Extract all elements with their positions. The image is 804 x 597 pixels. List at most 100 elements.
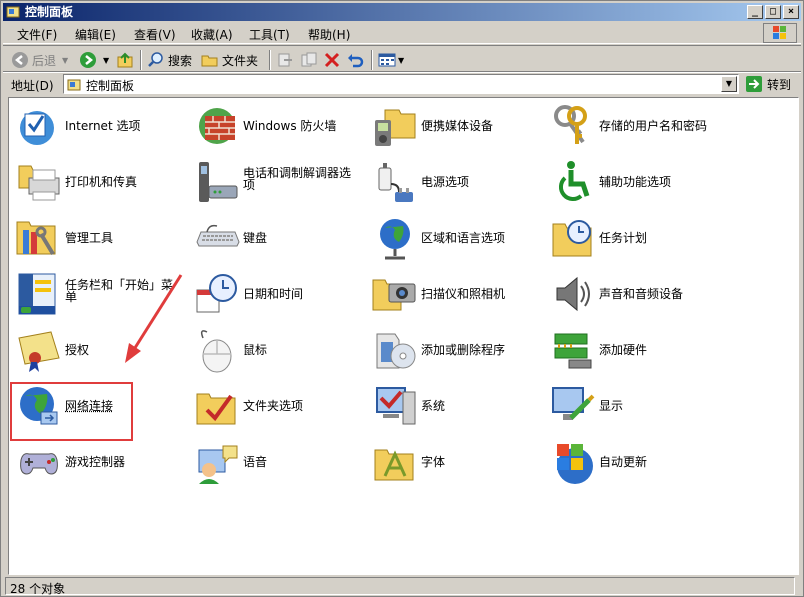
item-label: 游戏控制器 [65,455,126,469]
item-power-options[interactable]: 电源选项 [369,156,545,208]
forward-button[interactable]: ▼ [79,51,109,69]
status-bar: 28 个对象 [3,576,801,596]
item-automatic-updates[interactable]: 自动更新 [547,436,723,488]
search-icon [148,52,163,67]
menu-view[interactable]: 查看(V) [134,26,176,43]
item-label: 系统 [421,399,446,413]
item-label: 辅助功能选项 [599,175,672,189]
back-label: 后退 [32,53,57,68]
item-label: 鼠标 [243,343,268,357]
delete-button[interactable] [323,51,341,69]
views-button[interactable]: ▼ [378,51,404,69]
scanner-icon [372,279,416,311]
maximize-button[interactable]: □ [765,5,781,19]
item-label: 存储的用户名和密码 [599,119,708,133]
power-icon [378,163,413,202]
toolbar: 后退 ▼ ▼ 搜索 文件夹 ▼ [3,45,801,73]
item-stored-passwords[interactable]: 存储的用户名和密码 [547,100,723,152]
internet-options-icon [20,111,54,145]
undo-button[interactable] [346,51,364,69]
search-label: 搜索 [168,53,193,68]
item-internet-options[interactable]: Internet 选项 [13,100,189,152]
status-text: 28 个对象 [5,577,795,596]
item-label: 文件夹选项 [243,399,304,413]
minimize-button[interactable]: _ [747,5,763,19]
item-label: 电源选项 [421,175,470,189]
search-button[interactable]: 搜索 [147,51,192,69]
control-panel-small-icon [67,79,81,91]
item-system[interactable]: 系统 [369,380,545,432]
item-label: 日期和时间 [243,287,304,301]
folders-label: 文件夹 [222,53,259,68]
copy-to-icon [301,52,317,67]
item-label: 显示 [599,399,624,413]
up-folder-button[interactable] [116,51,134,69]
item-portable-media[interactable]: 便携媒体设备 [369,100,545,152]
menu-help[interactable]: 帮助(H) [308,26,350,43]
explorer-window: 控制面板 _ □ × 文件(F) 编辑(E) 查看(V) 收藏(A) 工具(T)… [0,0,804,597]
fonts-icon [374,449,414,481]
address-input[interactable]: 控制面板 ▼ [63,74,739,94]
item-scanners-cameras[interactable]: 扫描仪和照相机 [369,268,545,320]
system-icon [376,387,416,425]
item-scheduled-tasks[interactable]: 任务计划 [547,212,723,264]
item-game-controllers[interactable]: 游戏控制器 [13,436,189,488]
item-fonts[interactable]: 字体 [369,436,545,488]
item-sounds-audio[interactable]: 声音和音频设备 [547,268,723,320]
item-label: 区域和语言选项 [421,231,506,245]
item-label: 语音 [243,455,268,469]
folders-button[interactable]: 文件夹 [201,51,258,69]
item-add-remove-programs[interactable]: 添加或删除程序 [369,324,545,376]
item-label: 电话和调制解调器选项 [243,166,352,192]
firewall-icon [199,108,235,144]
item-mouse[interactable]: 鼠标 [191,324,367,376]
move-to-button[interactable] [276,51,294,69]
menu-edit[interactable]: 编辑(E) [75,26,116,43]
go-label: 转到 [767,77,792,92]
item-label: 打印机和传真 [65,175,138,189]
item-display[interactable]: 显示 [547,380,723,432]
delete-icon [324,52,340,68]
mouse-icon [200,330,232,373]
item-date-time[interactable]: 日期和时间 [191,268,367,320]
window-title: 控制面板 [25,5,74,19]
scheduled-tasks-icon [552,220,592,257]
speaker-icon [556,276,590,312]
back-button[interactable]: 后退 ▼ [11,51,68,69]
copy-to-button[interactable] [300,51,318,69]
item-add-hardware[interactable]: 添加硬件 [547,324,723,376]
address-dropdown-button[interactable]: ▼ [721,76,737,92]
add-hardware-icon [554,333,592,369]
forward-dropdown-icon[interactable]: ▼ [103,56,109,65]
item-printers[interactable]: 打印机和传真 [13,156,189,208]
keys-icon [554,105,587,144]
item-keyboard[interactable]: 键盘 [191,212,367,264]
close-button[interactable]: × [783,5,799,19]
back-arrow-icon [12,52,28,68]
item-speech[interactable]: 语音 [191,436,367,488]
menu-file[interactable]: 文件(F) [17,26,57,43]
phone-modem-icon [199,162,238,202]
item-label: Internet 选项 [65,119,141,133]
go-arrow-icon [746,76,762,92]
up-folder-icon [117,52,133,68]
move-to-icon [278,53,292,67]
item-admin-tools[interactable]: 管理工具 [13,212,189,264]
forward-arrow-icon [80,52,96,68]
item-accessibility[interactable]: 辅助功能选项 [547,156,723,208]
go-button[interactable]: 转到 [745,75,791,93]
item-windows-firewall[interactable]: Windows 防火墙 [191,100,367,152]
item-label: 自动更新 [599,455,648,469]
item-folder-options[interactable]: 文件夹选项 [191,380,367,432]
item-regional-language[interactable]: 区域和语言选项 [369,212,545,264]
item-label: 添加或删除程序 [421,343,506,357]
menu-tools[interactable]: 工具(T) [249,26,290,43]
back-dropdown-icon[interactable]: ▼ [62,56,68,65]
speech-icon [198,445,238,484]
title-bar[interactable]: 控制面板 _ □ × [3,3,801,21]
menu-favorites[interactable]: 收藏(A) [191,26,233,43]
item-phone-modem[interactable]: 电话和调制解调器选项 [191,156,367,208]
views-dropdown-icon[interactable]: ▼ [398,56,404,65]
globe-icon [380,219,410,260]
item-label: 添加硬件 [599,343,648,357]
